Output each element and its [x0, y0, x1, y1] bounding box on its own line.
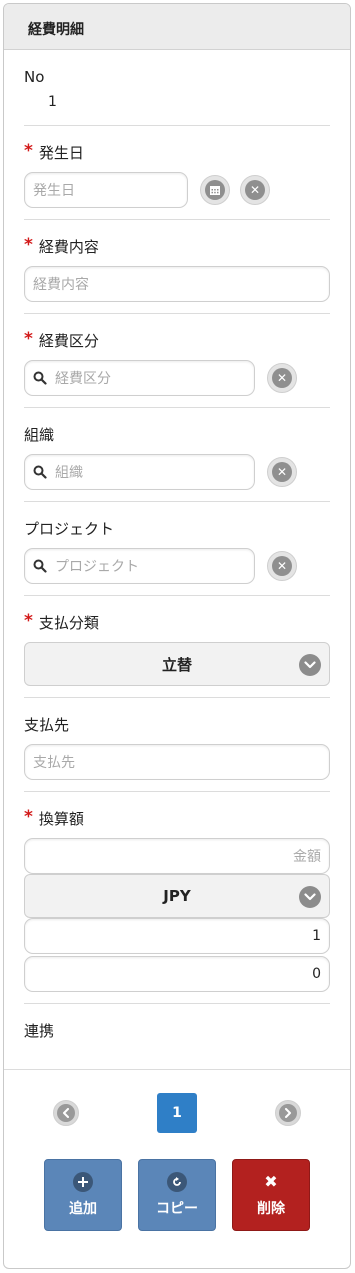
page-number-current[interactable]: 1 [157, 1092, 197, 1133]
prev-page-button[interactable] [53, 1099, 79, 1126]
field-expense-category: * 経費区分 経費区分 ✕ [24, 314, 330, 408]
field-no-value: 1 [48, 94, 57, 110]
chevron-down-icon [299, 654, 321, 676]
expense-category-label: 経費区分 [38, 332, 99, 350]
amount-input[interactable]: 金額 [24, 838, 330, 874]
close-icon: ✖ [264, 1172, 278, 1191]
expense-category-search-input[interactable]: 経費区分 [24, 360, 255, 396]
required-mark: * [24, 611, 33, 631]
project-placeholder: プロジェクト [55, 559, 139, 575]
chevron-down-icon [299, 886, 321, 908]
organization-label: 組織 [24, 426, 55, 444]
search-icon [33, 465, 47, 479]
clear-project-button[interactable]: ✕ [267, 551, 297, 581]
required-mark: * [24, 141, 33, 161]
clear-date-button[interactable]: ✕ [240, 175, 270, 205]
search-icon [33, 559, 47, 573]
required-mark: * [24, 235, 33, 255]
calendar-button[interactable] [200, 175, 230, 205]
field-expense-content: * 経費内容 経費内容 [24, 220, 330, 314]
expense-content-input[interactable]: 経費内容 [24, 266, 330, 302]
chevron-right-icon [279, 1103, 297, 1122]
chevron-left-icon [57, 1103, 75, 1122]
exchange-rate-input[interactable]: 1 [24, 918, 330, 954]
field-converted-amount: * 換算額 金額 JPY 1 0 [24, 792, 330, 1004]
field-no: No 1 [24, 50, 330, 126]
close-icon: ✕ [272, 462, 292, 482]
search-icon [33, 371, 47, 385]
payee-label: 支払先 [24, 716, 70, 734]
currency-selected: JPY [163, 887, 191, 905]
close-icon: ✕ [245, 180, 265, 200]
clear-expense-category-button[interactable]: ✕ [267, 363, 297, 393]
converted-amount-input[interactable]: 0 [24, 956, 330, 992]
expense-category-placeholder: 経費区分 [55, 371, 111, 387]
occurrence-date-input[interactable]: 発生日 [24, 172, 188, 208]
next-page-button[interactable] [275, 1099, 301, 1126]
field-payee: 支払先 支払先 [24, 698, 330, 792]
project-search-input[interactable]: プロジェクト [24, 548, 255, 584]
field-occurrence-date: * 発生日 発生日 ✕ [24, 126, 330, 220]
delete-button-label: 削除 [257, 1201, 285, 1217]
clear-organization-button[interactable]: ✕ [267, 457, 297, 487]
pagination: 1 [4, 1069, 350, 1155]
expense-detail-panel: 経費明細 No 1 * 発生日 発生日 ✕ * 経費内容 経費内容 * 経費区分… [3, 3, 351, 1269]
close-icon: ✕ [272, 368, 292, 388]
expense-content-label: 経費内容 [38, 238, 99, 256]
form-body: No 1 * 発生日 発生日 ✕ * 経費内容 経費内容 * 経費区分 経費区分… [4, 50, 350, 1053]
payment-type-label: 支払分類 [38, 614, 99, 632]
link-label: 連携 [24, 1022, 55, 1040]
occurrence-date-label: 発生日 [38, 144, 84, 162]
required-mark: * [24, 807, 33, 827]
converted-amount-label: 換算額 [38, 810, 84, 828]
payment-type-select[interactable]: 立替 [24, 642, 330, 686]
payee-input[interactable]: 支払先 [24, 744, 330, 780]
plus-icon [73, 1172, 93, 1192]
add-button-label: 追加 [69, 1201, 97, 1217]
field-project: プロジェクト プロジェクト ✕ [24, 502, 330, 596]
organization-search-input[interactable]: 組織 [24, 454, 255, 490]
field-link: 連携 [24, 1004, 330, 1053]
field-payment-type: * 支払分類 立替 [24, 596, 330, 698]
project-label: プロジェクト [24, 520, 115, 538]
panel-title: 経費明細 [4, 4, 350, 50]
action-bar: 追加 コピー ✖ 削除 [4, 1155, 350, 1231]
close-icon: ✕ [272, 556, 292, 576]
field-organization: 組織 組織 ✕ [24, 408, 330, 502]
add-button[interactable]: 追加 [44, 1159, 122, 1231]
copy-button-label: コピー [156, 1201, 198, 1217]
refresh-icon [167, 1172, 187, 1192]
copy-button[interactable]: コピー [138, 1159, 216, 1231]
currency-select[interactable]: JPY [24, 874, 330, 918]
delete-button[interactable]: ✖ 削除 [232, 1159, 310, 1231]
organization-placeholder: 組織 [55, 465, 83, 481]
calendar-icon [205, 180, 225, 200]
payment-type-selected: 立替 [161, 655, 192, 674]
field-no-label: No [24, 68, 45, 86]
required-mark: * [24, 329, 33, 349]
